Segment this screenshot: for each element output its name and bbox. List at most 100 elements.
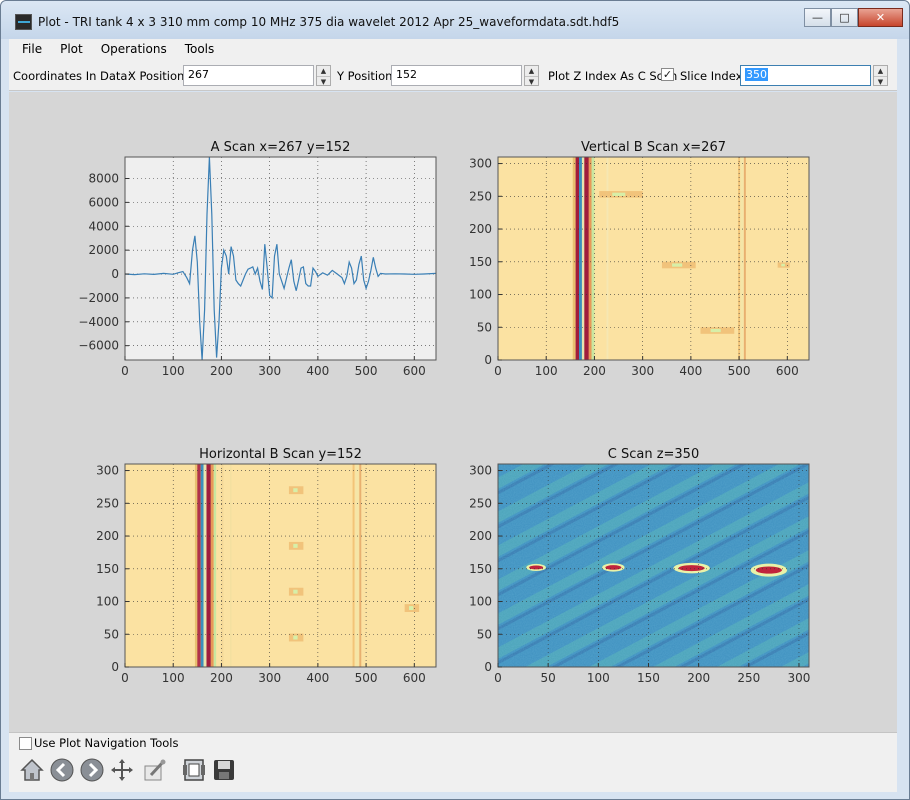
- menu-operations[interactable]: Operations: [92, 42, 176, 56]
- spin-down-icon[interactable]: ▼: [874, 76, 887, 86]
- x-tick-label: 600: [776, 364, 799, 378]
- heatmap-band: [213, 464, 217, 667]
- x-tick-label: 100: [162, 364, 185, 378]
- menu-plot[interactable]: Plot: [51, 42, 92, 56]
- menu-file[interactable]: File: [13, 42, 51, 56]
- slice-index-input[interactable]: 350: [740, 65, 871, 86]
- x-tick-label: 500: [355, 364, 378, 378]
- x-tick-label: 600: [403, 364, 426, 378]
- y-tick-label: 4000: [88, 219, 119, 233]
- heatmap-band: [210, 464, 214, 667]
- reflection-core: [408, 606, 414, 611]
- spin-up-icon[interactable]: ▲: [525, 66, 538, 76]
- spin-up-icon[interactable]: ▲: [317, 66, 330, 76]
- heatmap-background: [125, 464, 436, 667]
- x-tick-label: 250: [737, 671, 760, 685]
- app-icon: [15, 14, 32, 30]
- save-icon[interactable]: [211, 757, 237, 783]
- y-tick-label: 50: [104, 627, 119, 641]
- defect-indication: [755, 566, 782, 574]
- y-tick-label: 250: [469, 189, 492, 203]
- y-tick-label: 0: [484, 353, 492, 367]
- menu-tools[interactable]: Tools: [176, 42, 224, 56]
- vertical-b-scan-chart: 0 100 200 300 400 500 600 0 50 100 150 200 250 300 Ver…: [469, 140, 810, 378]
- x-tick-label: 300: [258, 671, 281, 685]
- heatmap-image: [498, 157, 809, 360]
- heatmap-band: [575, 157, 580, 360]
- bottom-bar: Use Plot Navigation Tools: [9, 732, 897, 792]
- chart-title: A Scan x=267 y=152: [211, 140, 351, 155]
- a-scan-chart: 0 100 200 300 400 500 600 −6000 −4000 −2000 0 2000 4…: [78, 140, 437, 378]
- x-tick-label: 500: [728, 364, 751, 378]
- window-title: Plot - TRI tank 4 x 3 310 mm comp 10 MHz…: [38, 15, 620, 29]
- y-tick-label: −4000: [78, 315, 119, 329]
- figure-svg: 0 100 200 300 400 500 600−6000−4000−2000020004…: [78, 140, 810, 685]
- minimize-button[interactable]: —: [804, 8, 831, 27]
- configure-subplots-icon[interactable]: [141, 757, 167, 783]
- zoom-to-rect-icon[interactable]: [181, 757, 207, 783]
- x-tick-label: 150: [637, 671, 660, 685]
- reflection-core: [293, 589, 298, 594]
- spin-up-icon[interactable]: ▲: [874, 66, 887, 76]
- y-tick-label: 300: [469, 464, 492, 478]
- heatmap-band: [588, 157, 593, 360]
- coordinates-label: Coordinates In Data:: [13, 69, 132, 83]
- home-icon[interactable]: [19, 757, 45, 783]
- x-position-spinner[interactable]: ▲ ▼: [316, 65, 331, 86]
- heatmap-band: [743, 157, 746, 360]
- heatmap-band: [359, 464, 362, 667]
- maximize-button[interactable]: □: [831, 8, 858, 27]
- title-bar: Plot - TRI tank 4 x 3 310 mm comp 10 MHz…: [1, 1, 909, 39]
- menu-bar: File Plot Operations Tools: [9, 39, 897, 59]
- x-tick-label: 200: [210, 364, 233, 378]
- heatmap-background: [498, 157, 809, 360]
- slice-index-spinner[interactable]: ▲ ▼: [873, 65, 888, 86]
- pan-icon[interactable]: [109, 757, 135, 783]
- back-arrow-icon[interactable]: [49, 757, 75, 783]
- x-tick-label: 100: [162, 671, 185, 685]
- y-tick-label: −6000: [78, 339, 119, 353]
- x-tick-label: 100: [535, 364, 558, 378]
- heatmap-band: [206, 464, 211, 667]
- y-tick-label: 6000: [88, 195, 119, 209]
- y-tick-label: 150: [96, 562, 119, 576]
- heatmap-band: [584, 157, 590, 360]
- heatmap-band: [352, 464, 355, 667]
- y-tick-label: 300: [96, 464, 119, 478]
- x-tick-label: 600: [403, 671, 426, 685]
- y-tick-label: 200: [469, 529, 492, 543]
- y-tick-label: 100: [96, 595, 119, 609]
- spin-down-icon[interactable]: ▼: [317, 76, 330, 86]
- y-tick-label: 250: [469, 496, 492, 510]
- horizontal-b-scan-chart: 0 100 200 300 400 500 600 0 50 100 150 200 250 300 Hor…: [96, 447, 437, 685]
- x-tick-label: 0: [121, 671, 129, 685]
- x-tick-label: 100: [587, 671, 610, 685]
- defect-indication: [678, 565, 705, 572]
- spin-down-icon[interactable]: ▼: [525, 76, 538, 86]
- cscan-image: [498, 464, 809, 667]
- y-tick-label: −2000: [78, 291, 119, 305]
- reflection-core: [672, 263, 683, 267]
- zindex-label: Plot Z Index As C Scan: [548, 69, 678, 83]
- heatmap-band: [591, 157, 595, 360]
- y-tick-label: 8000: [88, 171, 119, 185]
- c-scan-chart: 0 50 100 150 200 250 300 0 50 100 150 200 250 300 C Sc…: [469, 447, 810, 685]
- coordinates-toolbar: Coordinates In Data: X Position 267 ▲ ▼ Y…: [9, 59, 897, 91]
- y-tick-label: 0: [111, 267, 119, 281]
- reflection-core: [293, 543, 298, 548]
- defect-indication: [529, 565, 544, 570]
- y-tick-label: 50: [477, 627, 492, 641]
- close-button[interactable]: ✕: [858, 8, 903, 27]
- forward-arrow-icon[interactable]: [79, 757, 105, 783]
- y-position-spinner[interactable]: ▲ ▼: [524, 65, 539, 86]
- nav-tools-checkbox[interactable]: [19, 737, 32, 750]
- x-tick-label: 500: [355, 671, 378, 685]
- y-tick-label: 50: [477, 320, 492, 334]
- x-tick-label: 0: [121, 364, 129, 378]
- nav-tools-label: Use Plot Navigation Tools: [34, 736, 179, 750]
- zindex-checkbox[interactable]: ✓: [661, 68, 674, 81]
- app-window: Plot - TRI tank 4 x 3 310 mm comp 10 MHz…: [0, 0, 910, 800]
- y-tick-label: 100: [469, 288, 492, 302]
- x-position-input[interactable]: 267: [183, 65, 314, 86]
- y-position-input[interactable]: 152: [391, 65, 522, 86]
